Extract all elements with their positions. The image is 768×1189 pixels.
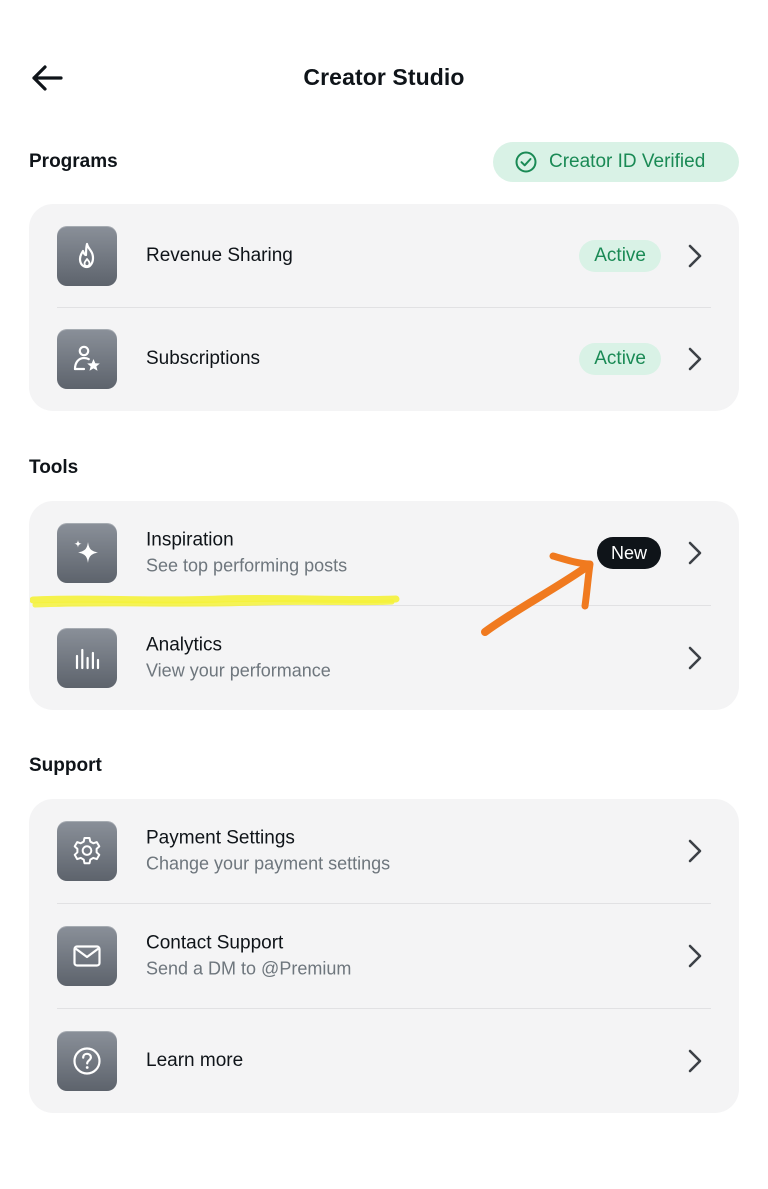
section-title-programs: Programs bbox=[29, 151, 118, 172]
question-icon bbox=[57, 1030, 117, 1091]
section-title-support: Support bbox=[29, 755, 102, 776]
check-circle-icon bbox=[515, 151, 537, 173]
row-subtitle: View your performance bbox=[146, 660, 331, 680]
chevron-right-icon bbox=[688, 839, 702, 863]
creator-id-verified-badge[interactable]: Creator ID Verified bbox=[493, 142, 739, 182]
page-title: Creator Studio bbox=[303, 64, 465, 90]
support-row-contact-support[interactable]: Contact Support Send a DM to @Premium bbox=[29, 903, 739, 1008]
row-title: Revenue Sharing bbox=[146, 244, 293, 266]
row-title: Analytics bbox=[146, 634, 223, 655]
chevron-right-icon bbox=[688, 646, 702, 669]
row-title: Payment Settings bbox=[146, 827, 295, 849]
chevron-right-icon bbox=[688, 244, 702, 267]
programs-card: Revenue Sharing Active Subscriptions Act… bbox=[29, 204, 739, 411]
program-row-subscriptions[interactable]: Subscriptions Active bbox=[29, 307, 739, 411]
section-title-tools: Tools bbox=[29, 457, 79, 478]
chevron-right-icon bbox=[688, 1049, 702, 1072]
envelope-icon bbox=[57, 925, 117, 986]
support-card: Payment Settings Change your payment set… bbox=[29, 799, 739, 1113]
gear-icon bbox=[57, 821, 117, 881]
tool-row-analytics[interactable]: Analytics View your performance bbox=[29, 605, 739, 710]
chevron-right-icon bbox=[688, 347, 702, 371]
status-badge: Active bbox=[579, 343, 661, 375]
support-row-learn-more[interactable]: Learn more bbox=[29, 1008, 739, 1113]
tools-card: Inspiration See top performing posts New… bbox=[29, 501, 739, 710]
row-title: Contact Support bbox=[146, 932, 284, 953]
tool-row-inspiration[interactable]: Inspiration See top performing posts New bbox=[29, 501, 739, 605]
row-title: Learn more bbox=[146, 1049, 244, 1071]
bar-chart-icon bbox=[57, 627, 117, 688]
top-bar: Creator Studio bbox=[0, 50, 768, 106]
program-row-revenue-sharing[interactable]: Revenue Sharing Active bbox=[29, 204, 739, 307]
status-badge: Active bbox=[579, 239, 661, 272]
new-badge: New bbox=[596, 537, 661, 569]
row-subtitle: Change your payment settings bbox=[146, 853, 391, 874]
row-title: Inspiration bbox=[146, 529, 234, 551]
chevron-right-icon bbox=[688, 944, 702, 967]
sparkle-icon bbox=[57, 523, 117, 583]
person-star-icon bbox=[57, 329, 117, 389]
row-title: Subscriptions bbox=[146, 348, 261, 369]
support-row-payment-settings[interactable]: Payment Settings Change your payment set… bbox=[29, 799, 739, 903]
creator-id-verified-label: Creator ID Verified bbox=[549, 151, 706, 172]
flame-icon bbox=[57, 225, 117, 286]
row-subtitle: Send a DM to @Premium bbox=[146, 958, 352, 978]
chevron-right-icon bbox=[688, 541, 702, 565]
row-subtitle: See top performing posts bbox=[146, 555, 348, 576]
